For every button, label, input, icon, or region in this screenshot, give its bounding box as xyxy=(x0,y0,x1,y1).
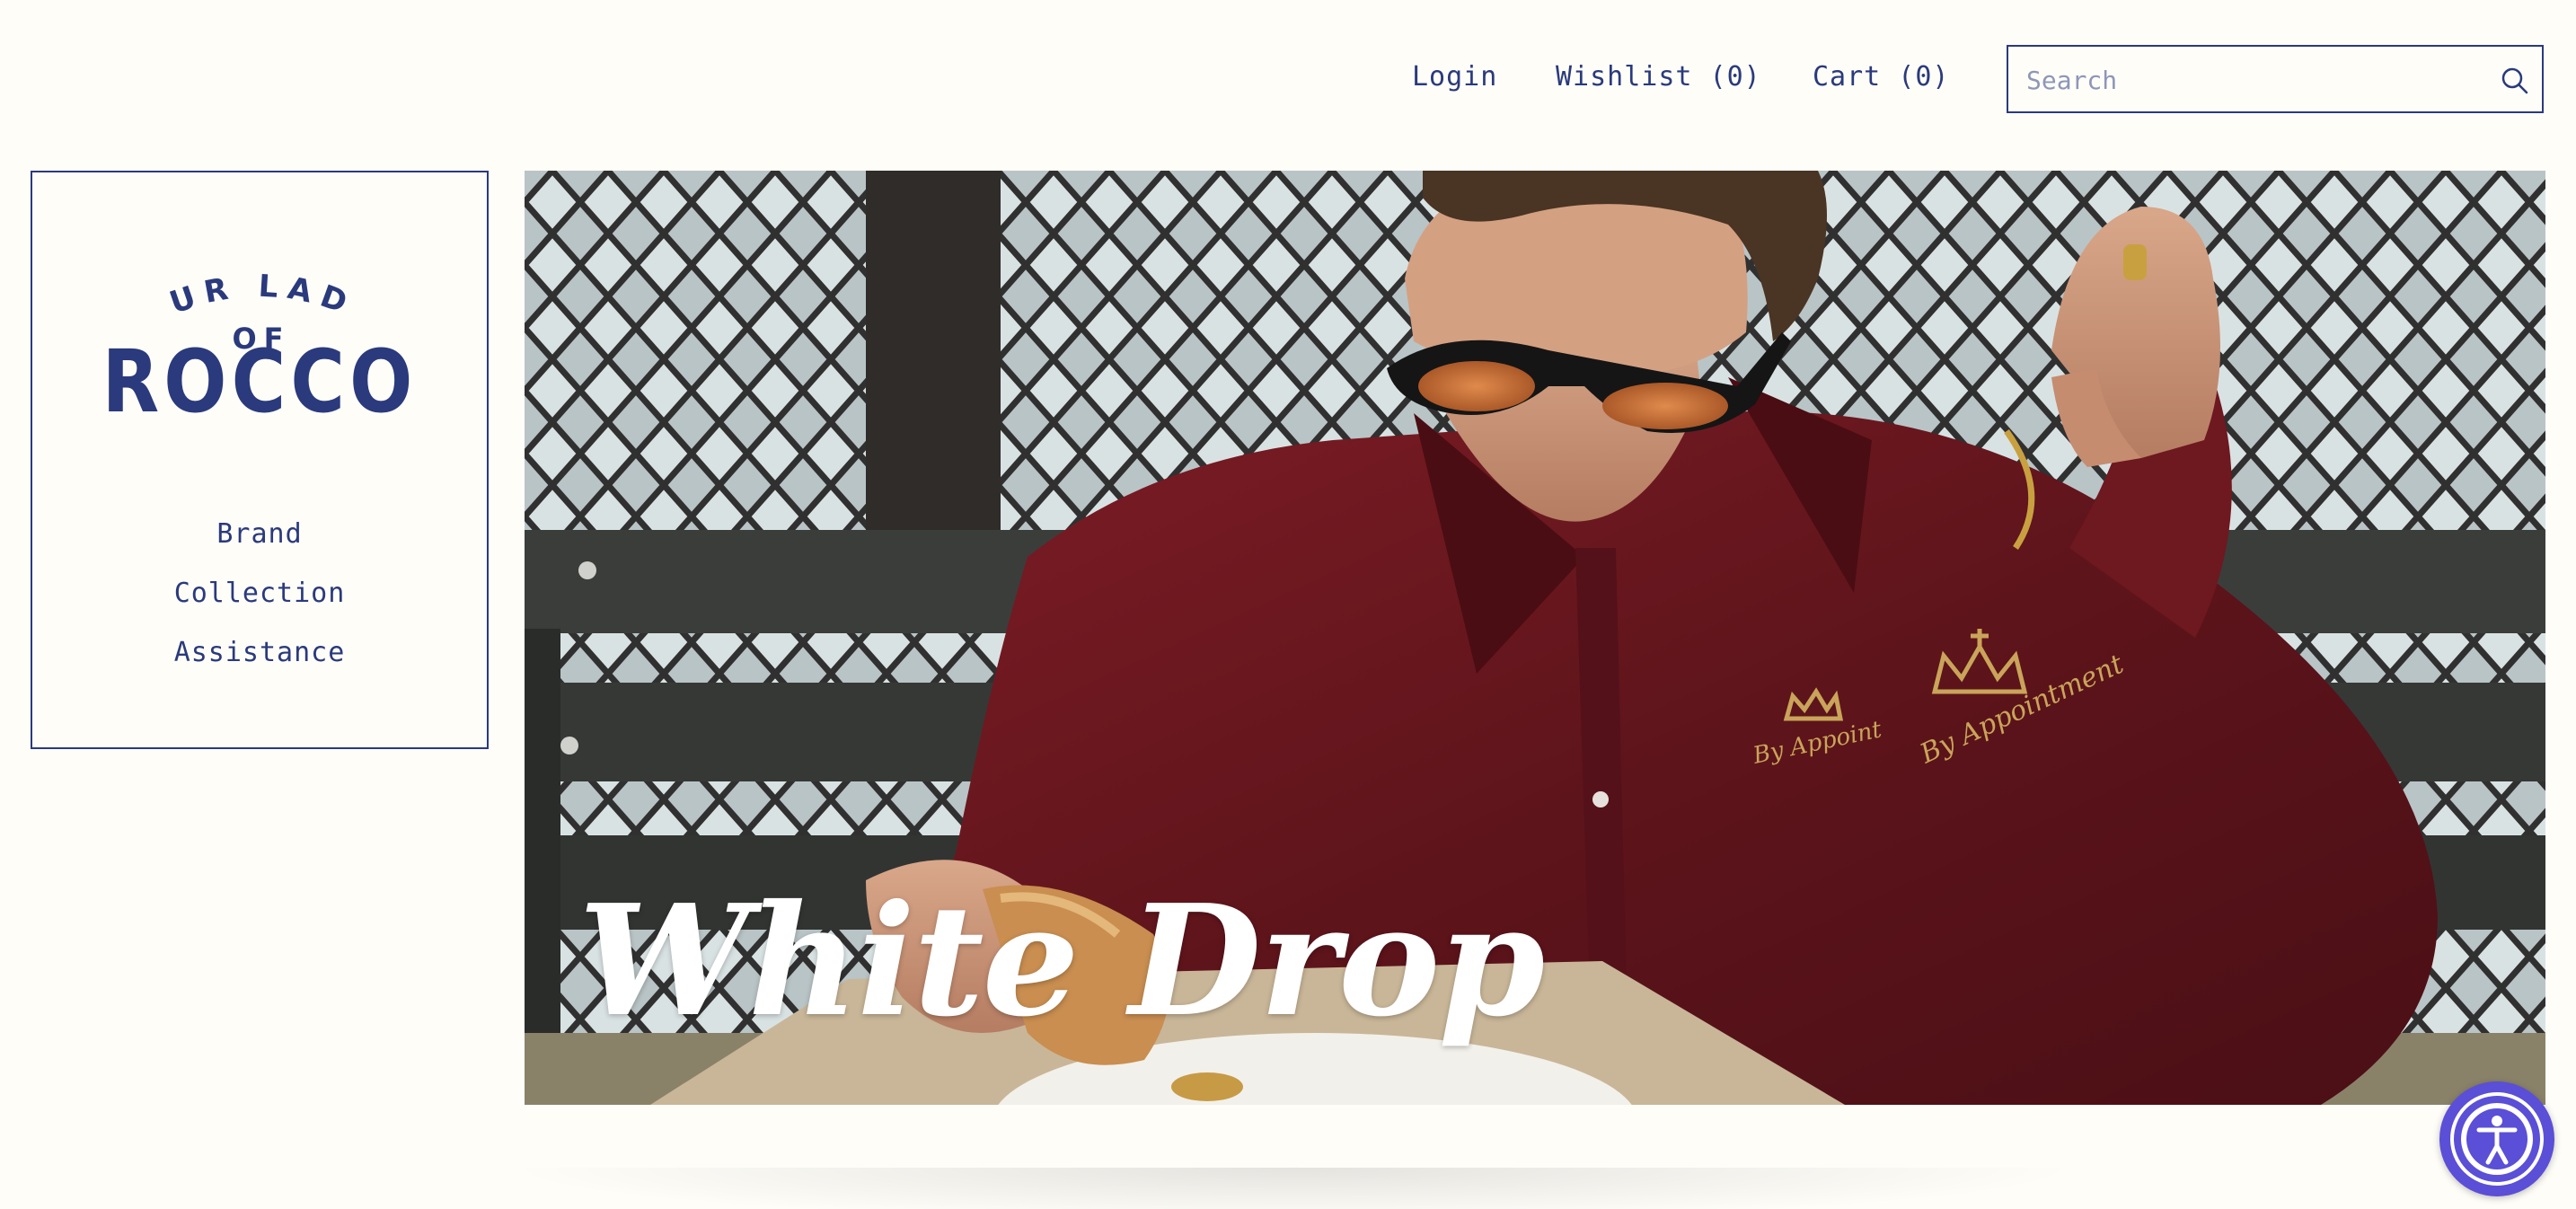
hero-title: White Drop xyxy=(578,871,1545,1051)
logo-line3: ROCCO xyxy=(102,332,418,420)
sidebar-menu: Brand Collection Assistance xyxy=(32,505,487,683)
logo-line1: OUR LADY xyxy=(32,259,358,323)
accessibility-button[interactable] xyxy=(2439,1081,2554,1196)
search-input[interactable] xyxy=(2025,47,2495,113)
sidebar-item-collection[interactable]: Collection xyxy=(32,564,487,623)
sidebar-item-brand[interactable]: Brand xyxy=(32,505,487,564)
search-box xyxy=(2007,45,2544,113)
next-section-shadow xyxy=(503,1168,2084,1209)
cart-link[interactable]: Cart (0) xyxy=(1813,61,1950,93)
sidebar-card: OUR LADY OF ROCCO Brand Collection Assis… xyxy=(15,171,489,749)
sidebar-item-assistance[interactable]: Assistance xyxy=(32,623,487,683)
top-navigation: Login Wishlist (0) Cart (0) xyxy=(0,43,2576,119)
login-link[interactable]: Login xyxy=(1412,61,1497,93)
hero-banner[interactable]: By Appointment By Appoint White Drop xyxy=(525,171,2545,1105)
wishlist-link[interactable]: Wishlist (0) xyxy=(1556,61,1761,93)
accessibility-icon xyxy=(2450,1092,2544,1186)
brand-logo[interactable]: OUR LADY OF ROCCO xyxy=(15,231,487,433)
search-icon[interactable] xyxy=(2501,66,2529,95)
